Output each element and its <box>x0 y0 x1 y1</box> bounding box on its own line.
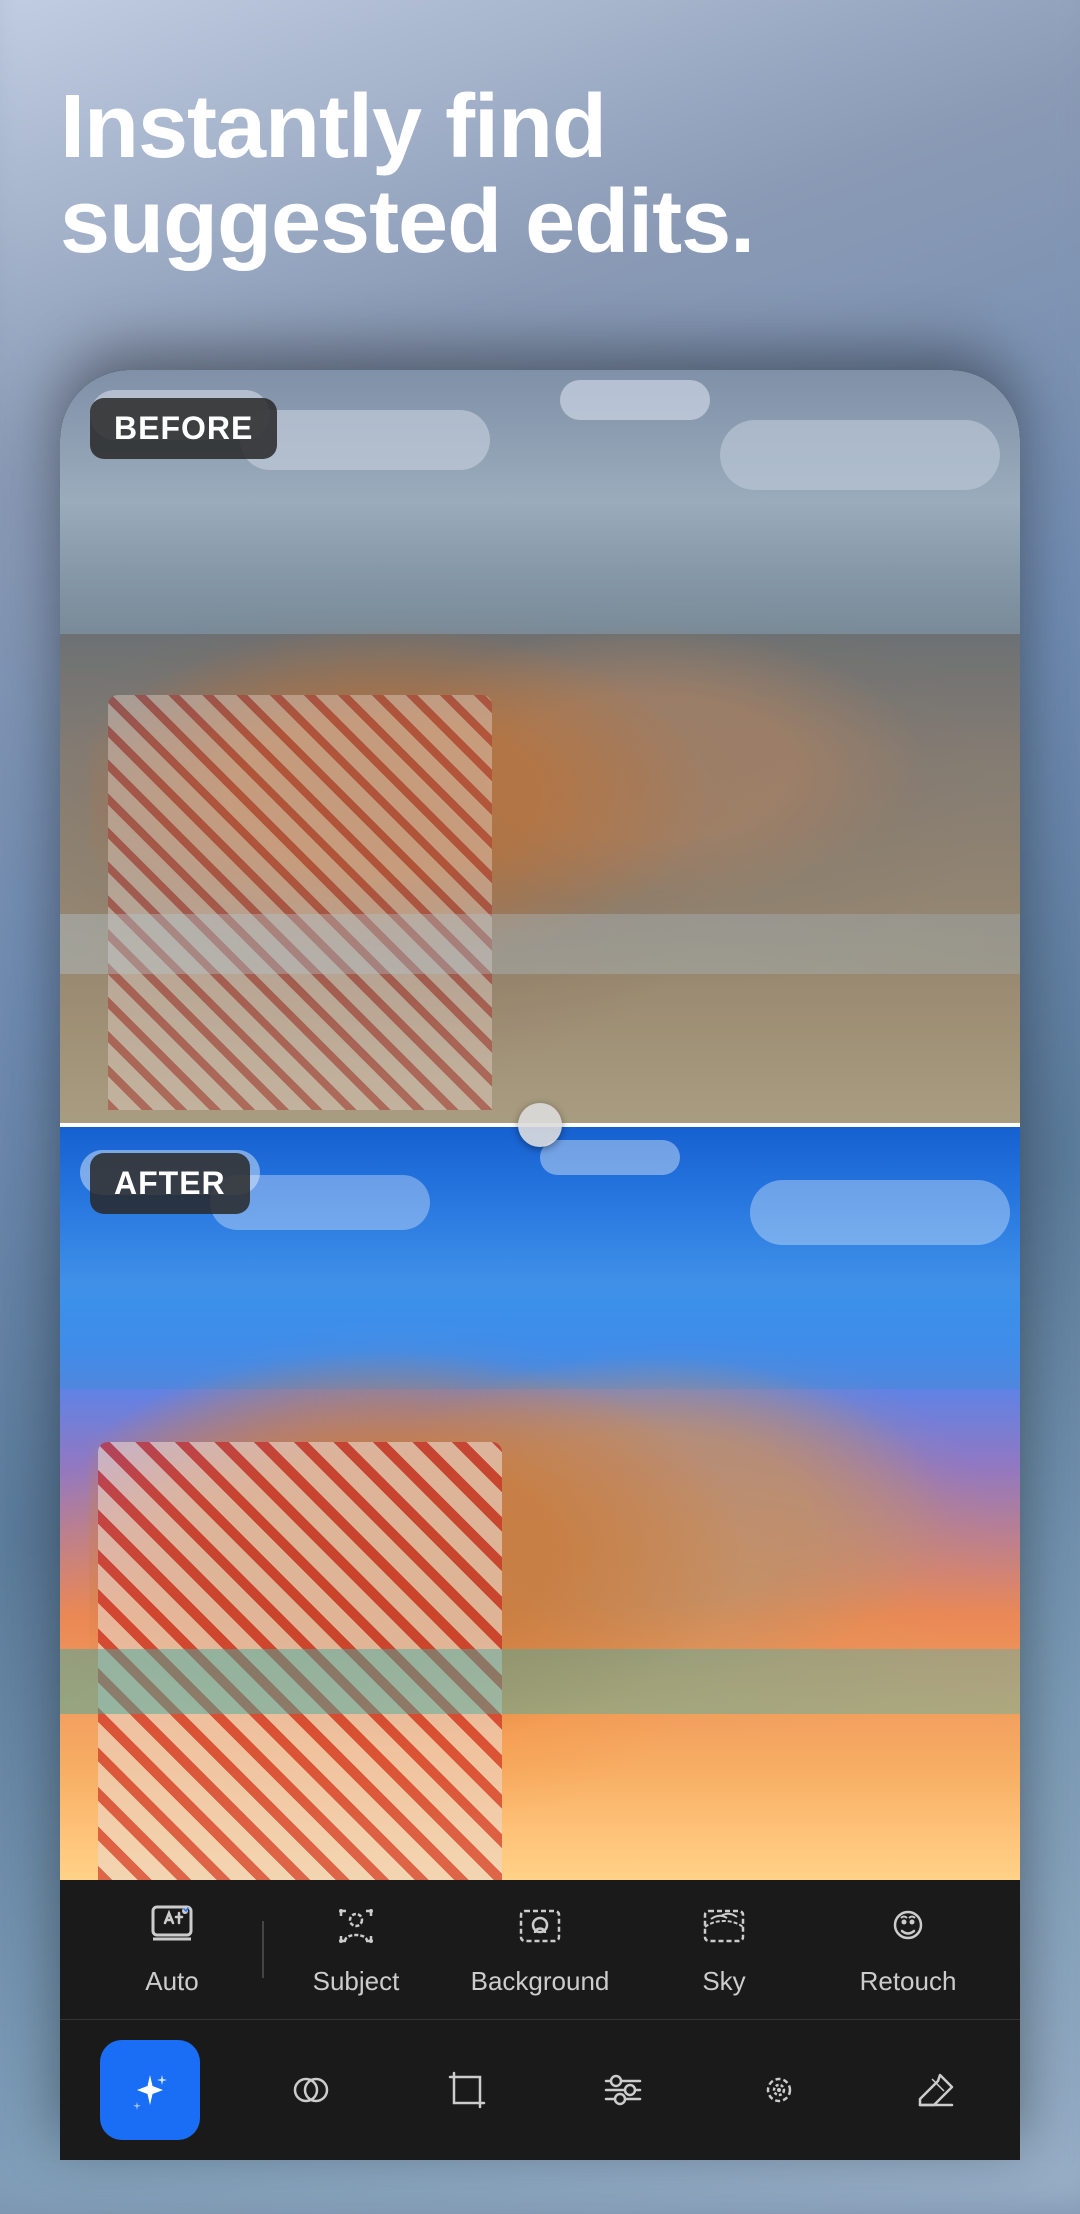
background-icon <box>517 1903 563 1956</box>
action-bar <box>60 2020 1020 2160</box>
auto-icon <box>149 1903 195 1956</box>
magic-button[interactable] <box>100 2040 200 2140</box>
tab-auto[interactable]: Auto <box>80 1903 264 1997</box>
edit-tabs-row: Auto <box>60 1880 1020 2020</box>
tab-sky[interactable]: Sky <box>632 1903 816 1997</box>
tab-retouch[interactable]: Retouch <box>816 1903 1000 1997</box>
auto-label: Auto <box>145 1966 199 1997</box>
comparison-divider <box>60 1123 1020 1127</box>
subject-label: Subject <box>313 1966 400 1997</box>
after-image: AFTER <box>60 1125 1020 1880</box>
before-image: BEFORE <box>60 370 1020 1125</box>
background-label: Background <box>471 1966 610 1997</box>
cloud-7 <box>540 1140 680 1175</box>
sky-label: Sky <box>702 1966 745 1997</box>
header-title: Instantly find suggested edits. <box>60 80 1020 269</box>
cloud-2 <box>240 410 490 470</box>
subject-icon <box>333 1903 379 1956</box>
header-section: Instantly find suggested edits. <box>60 80 1020 269</box>
retouch-icon <box>885 1903 931 1956</box>
tab-subject[interactable]: Subject <box>264 1903 448 1997</box>
phone-screen: BEFORE AFTER <box>60 370 1020 2160</box>
crop-button[interactable] <box>422 2045 512 2135</box>
images-container: BEFORE AFTER <box>60 370 1020 1880</box>
before-label: BEFORE <box>90 398 277 459</box>
cloud-4 <box>720 420 1000 490</box>
phone-frame: BEFORE AFTER <box>60 370 1020 2160</box>
overlay-button[interactable] <box>266 2045 356 2135</box>
retouch-label: Retouch <box>860 1966 957 1997</box>
tab-background[interactable]: Background <box>448 1903 632 1997</box>
cloud-3 <box>560 380 710 420</box>
sky-icon <box>701 1903 747 1956</box>
railing-before <box>60 914 1020 974</box>
erase-button[interactable] <box>890 2045 980 2135</box>
adjust-button[interactable] <box>578 2045 668 2135</box>
railing-after <box>60 1649 1020 1714</box>
clothing-before <box>108 695 492 1110</box>
divider-handle[interactable] <box>518 1103 562 1147</box>
after-label: AFTER <box>90 1153 250 1214</box>
selective-button[interactable] <box>734 2045 824 2135</box>
toolbar: Auto <box>60 1880 1020 2160</box>
